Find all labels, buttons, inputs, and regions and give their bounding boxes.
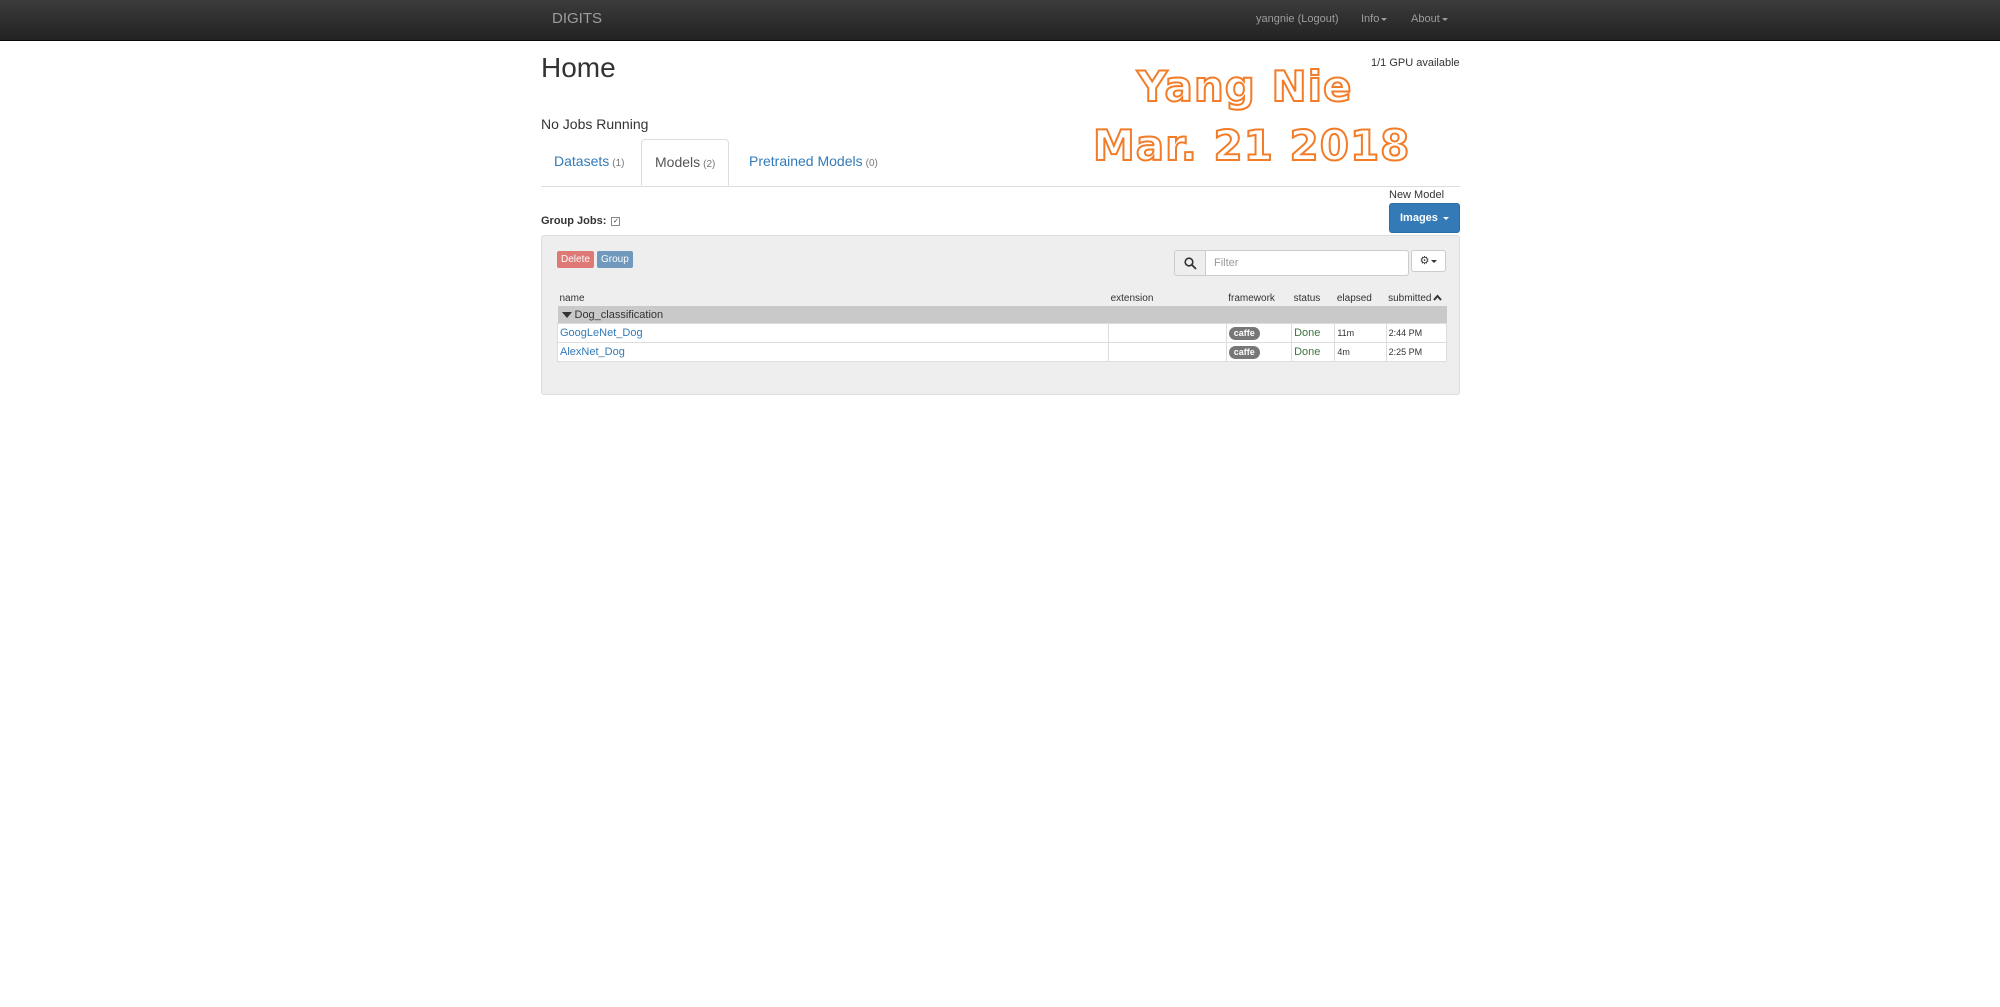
column-header-elapsed[interactable]: elapsed	[1335, 290, 1386, 306]
column-header-name[interactable]: name	[558, 290, 1109, 306]
table-row: AlexNet_Dog caffe Done 4m 2:25 PM	[556, 342, 1448, 362]
group-jobs-toggle: Group Jobs: ✓	[541, 215, 621, 227]
tab-label: Pretrained Models	[749, 153, 863, 169]
caret-down-icon	[1381, 17, 1388, 21]
column-settings-button[interactable]: ⚙	[1411, 250, 1446, 272]
tab-count: (1)	[612, 158, 625, 169]
tab-pretrained-models[interactable]: Pretrained Models (0)	[736, 139, 891, 185]
collapse-triangle-icon[interactable]	[561, 311, 572, 318]
job-framework-cell: caffe	[1225, 342, 1293, 362]
about-menu[interactable]: About	[1411, 13, 1448, 25]
column-header-status[interactable]: status	[1292, 290, 1335, 306]
job-elapsed-cell: 4m	[1334, 342, 1387, 362]
search-icon-addon	[1174, 250, 1206, 276]
top-navbar: DIGITS yangnie (Logout) Info About	[0, 0, 2000, 41]
job-name-link[interactable]: GoogLeNet_Dog	[560, 327, 643, 339]
job-status: Done	[1294, 346, 1321, 358]
tab-label: Models	[655, 154, 701, 170]
images-button-label: Images	[1400, 212, 1438, 224]
jobs-running-status: No Jobs Running	[541, 116, 649, 132]
job-group-name: Dog_classification	[574, 308, 664, 321]
gpu-status: 1/1 GPU available	[1371, 57, 1460, 69]
group-button[interactable]: Group	[597, 251, 633, 268]
job-extension-cell	[1108, 323, 1227, 343]
job-status: Done	[1294, 327, 1321, 339]
job-type-tabs: Datasets (1) Models (2) Pretrained Models(…	[541, 139, 1460, 187]
delete-button[interactable]: Delete	[557, 251, 594, 268]
table-header-row: name extension framework status elapsed …	[558, 290, 1447, 306]
job-extension-cell	[1108, 342, 1227, 362]
brand-logo-link[interactable]: DIGITS	[552, 10, 602, 27]
job-submitted-cell: 2:44 PM	[1385, 323, 1448, 343]
caret-down-icon	[1442, 216, 1449, 220]
column-header-extension[interactable]: extension	[1109, 290, 1227, 306]
job-submitted-cell: 2:25 PM	[1385, 342, 1448, 362]
framework-badge: caffe	[1228, 345, 1260, 359]
job-name-link[interactable]: AlexNet_Dog	[560, 346, 625, 358]
tab-count: (2)	[703, 159, 716, 170]
tab-label: Datasets	[554, 153, 610, 169]
new-model-label: New Model	[1389, 189, 1445, 201]
watermark-name: Yang Nie	[1136, 61, 1353, 112]
user-logout-link[interactable]: yangnie (Logout)	[1256, 13, 1339, 25]
job-elapsed-cell: 11m	[1334, 323, 1387, 343]
column-header-framework[interactable]: framework	[1226, 290, 1291, 306]
caret-down-icon	[1431, 259, 1438, 263]
jobs-table: name extension framework status elapsed …	[556, 290, 1448, 362]
job-status-cell: Done	[1291, 323, 1336, 343]
info-menu-label: Info	[1361, 13, 1380, 25]
job-name-cell: AlexNet_Dog	[556, 342, 1110, 362]
column-header-submitted-label: submitted	[1388, 292, 1432, 304]
tab-datasets[interactable]: Datasets (1)	[541, 139, 637, 185]
column-header-submitted[interactable]: submitted	[1386, 290, 1446, 306]
jobs-panel: Delete Group ⚙ name extension framework …	[541, 235, 1460, 395]
filter-input[interactable]	[1205, 250, 1409, 276]
framework-badge: caffe	[1228, 326, 1260, 340]
group-jobs-checkbox[interactable]: ✓	[611, 216, 621, 226]
sort-ascending-icon	[1433, 294, 1443, 302]
search-icon	[1184, 257, 1197, 270]
tab-count: (0)	[865, 158, 878, 169]
table-row: GoogLeNet_Dog caffe Done 11m 2:44 PM	[556, 323, 1448, 343]
job-status-cell: Done	[1291, 342, 1336, 362]
page-title: Home	[541, 52, 616, 83]
info-menu[interactable]: Info	[1361, 13, 1388, 25]
about-menu-label: About	[1411, 13, 1440, 25]
new-model-images-button[interactable]: Images	[1389, 203, 1460, 233]
job-group-row[interactable]: Dog_classification	[557, 306, 1447, 324]
tab-models[interactable]: Models (2)	[641, 139, 730, 186]
caret-down-icon	[1441, 17, 1448, 21]
job-name-cell: GoogLeNet_Dog	[556, 323, 1110, 343]
job-framework-cell: caffe	[1225, 323, 1293, 343]
group-jobs-label: Group Jobs:	[541, 215, 607, 227]
job-group-cell: Dog_classification	[557, 306, 1447, 324]
gear-icon: ⚙	[1419, 255, 1430, 267]
